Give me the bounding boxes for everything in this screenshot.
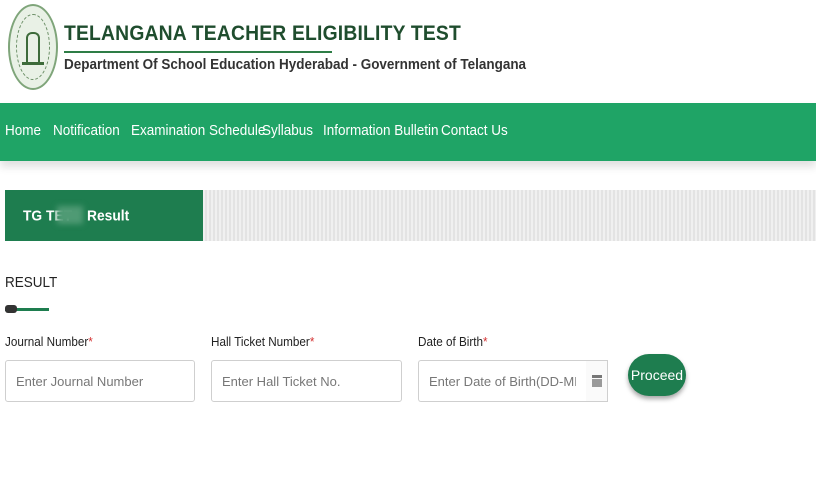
date-of-birth-input[interactable] bbox=[418, 360, 586, 402]
journal-number-label: Journal Number* bbox=[5, 334, 93, 349]
nav-item-examination-schedule[interactable]: Examination Schedule bbox=[131, 122, 265, 139]
main-navigation: Home Notification Examination Schedule S… bbox=[0, 103, 816, 161]
hall-ticket-label-text: Hall Ticket Number bbox=[211, 334, 310, 349]
journal-number-input[interactable] bbox=[5, 360, 195, 402]
nav-item-information-bulletin[interactable]: Information Bulletin bbox=[323, 122, 439, 139]
hall-ticket-label: Hall Ticket Number* bbox=[211, 334, 314, 349]
site-title: TELANGANA TEACHER ELIGIBILITY TEST bbox=[64, 22, 461, 45]
site-subtitle: Department Of School Education Hyderabad… bbox=[64, 57, 527, 73]
date-of-birth-label-text: Date of Birth bbox=[418, 334, 484, 349]
nav-item-home[interactable]: Home bbox=[5, 122, 41, 139]
calendar-icon-top bbox=[592, 375, 602, 378]
hall-ticket-input[interactable] bbox=[211, 360, 402, 402]
telangana-emblem-icon[interactable] bbox=[8, 4, 58, 90]
nav-item-notification[interactable]: Notification bbox=[53, 122, 120, 139]
nav-item-contact-us[interactable]: Contact Us bbox=[441, 122, 508, 139]
calendar-button[interactable] bbox=[586, 360, 608, 402]
nav-item-syllabus[interactable]: Syllabus bbox=[262, 122, 313, 139]
required-mark: * bbox=[483, 334, 488, 349]
calendar-icon-body bbox=[592, 379, 602, 387]
section-underline-accent bbox=[5, 305, 17, 313]
journal-number-label-text: Journal Number bbox=[5, 334, 89, 349]
required-mark: * bbox=[309, 334, 315, 349]
emblem-base bbox=[22, 62, 44, 65]
title-underline bbox=[64, 51, 332, 53]
banner-blurred-year bbox=[57, 206, 83, 224]
site-header: TELANGANA TEACHER ELIGIBILITY TEST Depar… bbox=[0, 0, 816, 103]
emblem-tower bbox=[26, 32, 40, 62]
proceed-button[interactable]: Proceed bbox=[628, 354, 686, 396]
banner-filler bbox=[203, 190, 816, 241]
banner-suffix: Result bbox=[87, 207, 130, 225]
date-of-birth-label: Date of Birth* bbox=[418, 334, 488, 349]
calendar-icon bbox=[592, 375, 602, 387]
section-title: RESULT bbox=[5, 274, 58, 291]
required-mark: * bbox=[88, 334, 93, 349]
